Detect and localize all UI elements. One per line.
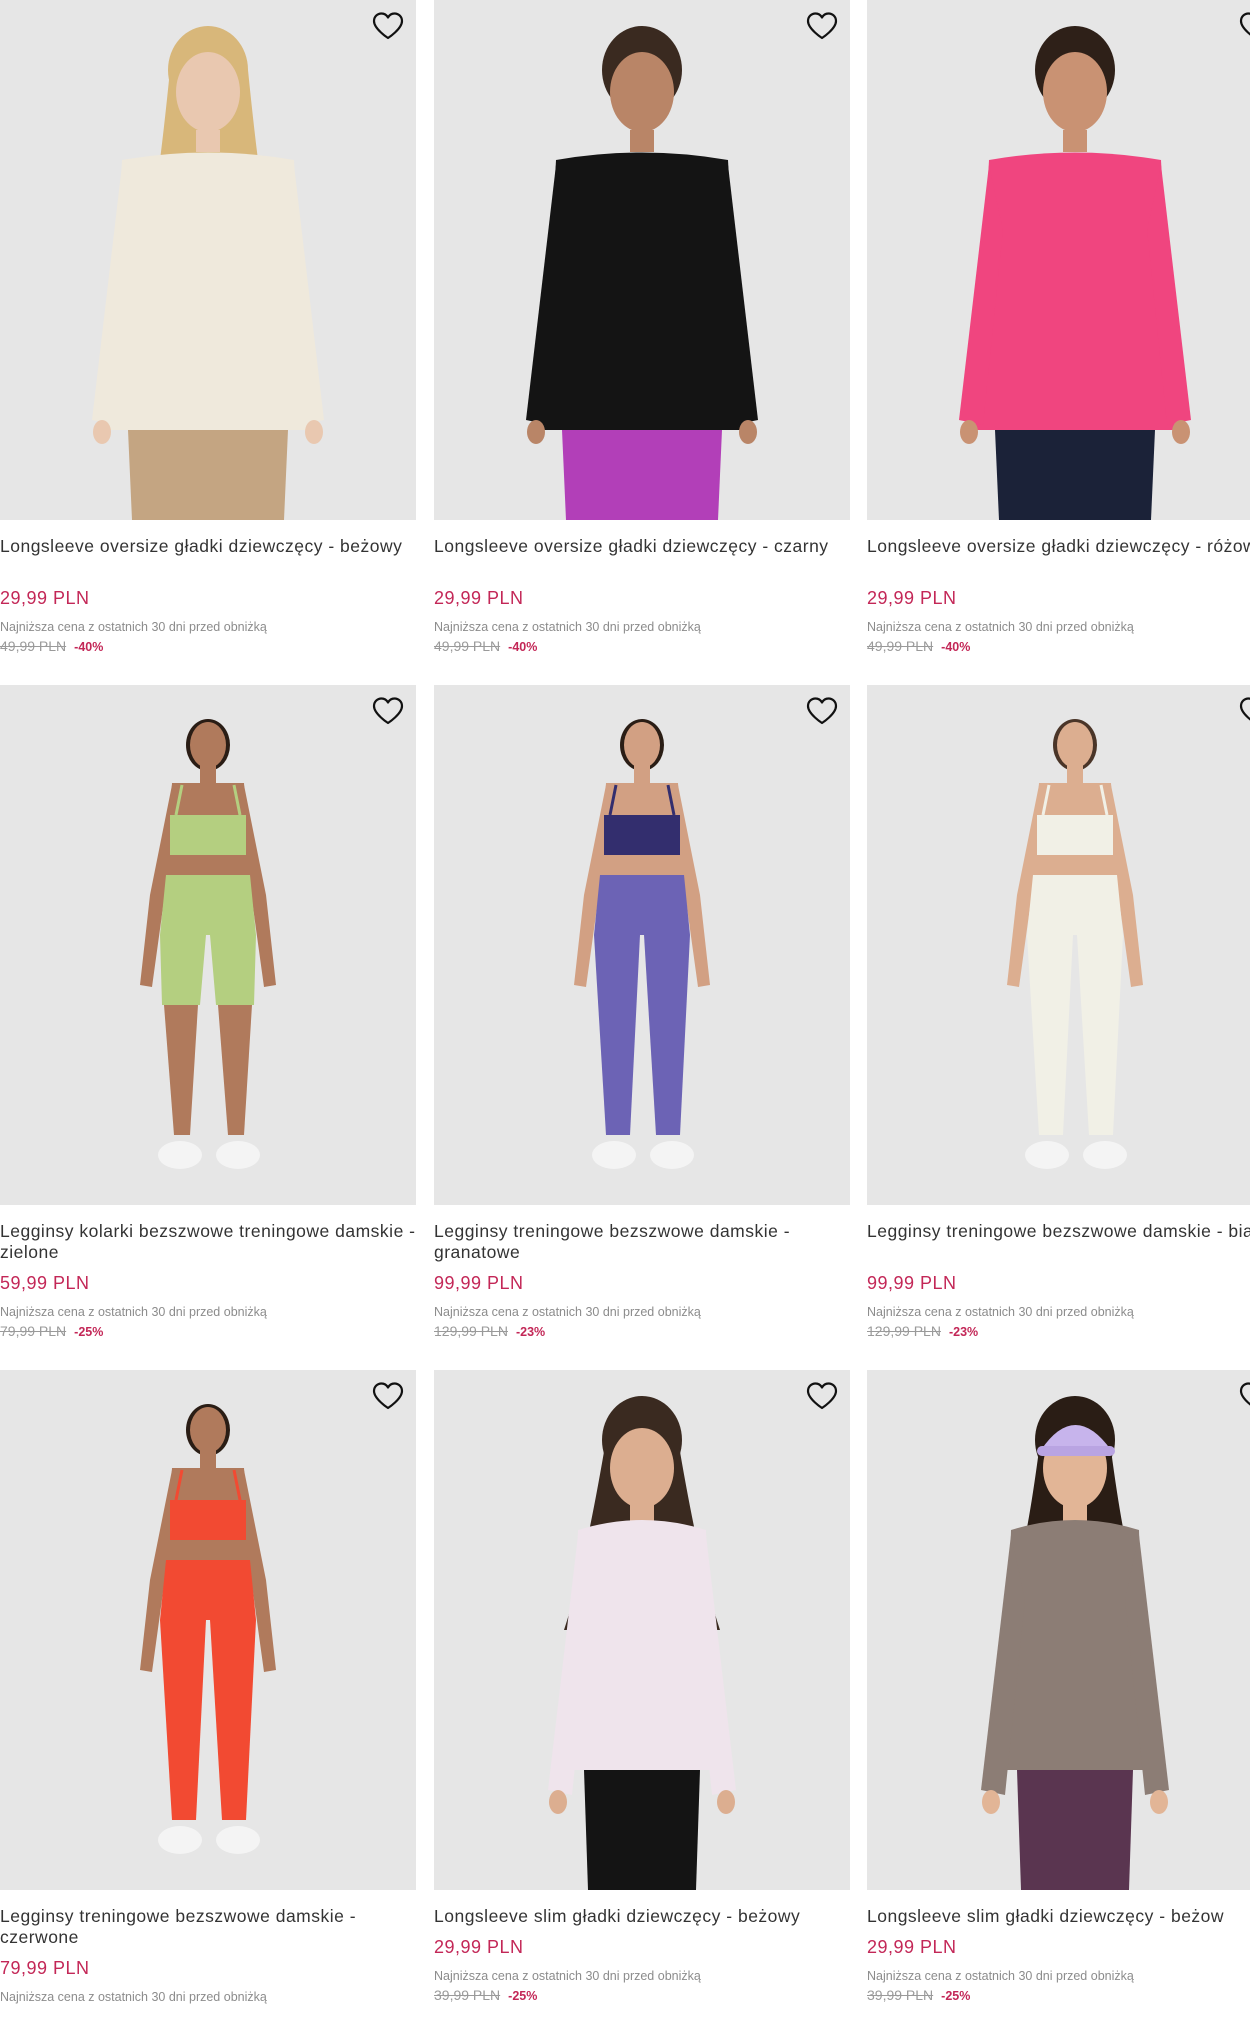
old-price-row: 79,99 PLN -25% — [0, 1323, 416, 1339]
discount-badge: -40% — [74, 640, 104, 654]
product-price: 29,99 PLN — [867, 1937, 957, 1957]
product-photo — [1007, 719, 1143, 1169]
product-title[interactable]: Longsleeve oversize gładki dziewczęcy - … — [867, 536, 1250, 578]
discount-badge: -23% — [948, 1325, 979, 1339]
product-image[interactable] — [0, 685, 416, 1205]
product-card[interactable]: Legginsy kolarki bezszwowe treningowe da… — [0, 685, 416, 1339]
discount-badge: -25% — [508, 1989, 538, 2003]
heart-outline-icon[interactable] — [1237, 1380, 1250, 1412]
product-info: Legginsy treningowe bezszwowe damskie - … — [867, 1205, 1250, 1339]
heart-outline-icon[interactable] — [370, 1380, 406, 1412]
lowest-price-note: Najniższa cena z ostatnich 30 dni przed … — [867, 1969, 1134, 1983]
product-image[interactable] — [867, 685, 1250, 1205]
product-image[interactable] — [434, 1370, 850, 1890]
product-card[interactable]: Legginsy treningowe bezszwowe damskie - … — [434, 685, 850, 1339]
product-photo — [140, 1404, 276, 1854]
discount-badge: -40% — [508, 640, 538, 654]
heart-outline-icon[interactable] — [370, 695, 406, 727]
product-price: 79,99 PLN — [0, 1958, 90, 1978]
old-price: 129,99 PLN — [434, 1323, 508, 1339]
product-image[interactable] — [434, 685, 850, 1205]
product-image[interactable] — [0, 0, 416, 520]
product-title[interactable]: Longsleeve slim gładki dziewczęcy - beżo… — [434, 1906, 850, 1927]
product-photo — [981, 1396, 1169, 1890]
product-title[interactable]: Longsleeve oversize gładki dziewczęcy - … — [0, 536, 416, 578]
product-title[interactable]: Legginsy kolarki bezszwowe treningowe da… — [0, 1221, 416, 1263]
product-image[interactable] — [867, 0, 1250, 520]
product-card[interactable]: Longsleeve oversize gładki dziewczęcy - … — [434, 0, 850, 654]
product-title[interactable]: Longsleeve slim gładki dziewczęcy - beżo… — [867, 1906, 1250, 1927]
product-price: 29,99 PLN — [0, 588, 90, 608]
product-price: 59,99 PLN — [0, 1273, 90, 1293]
product-info: Longsleeve oversize gładki dziewczęcy - … — [434, 520, 850, 654]
product-photo — [526, 26, 758, 520]
lowest-price-note: Najniższa cena z ostatnich 30 dni przed … — [434, 1305, 701, 1319]
product-card[interactable]: Longsleeve slim gładki dziewczęcy - beżo… — [867, 1370, 1250, 2003]
old-price-row: 39,99 PLN -25% — [867, 1987, 1250, 2003]
product-photo — [574, 719, 710, 1169]
lowest-price-note: Najniższa cena z ostatnich 30 dni przed … — [0, 620, 267, 634]
product-price: 29,99 PLN — [434, 1937, 524, 1957]
product-card[interactable]: Longsleeve oversize gładki dziewczęcy - … — [0, 0, 416, 654]
old-price: 39,99 PLN — [867, 1987, 934, 2003]
product-info: Legginsy kolarki bezszwowe treningowe da… — [0, 1205, 416, 1339]
heart-outline-icon[interactable] — [370, 10, 406, 42]
product-info: Longsleeve oversize gładki dziewczęcy - … — [867, 520, 1250, 654]
product-photo — [959, 26, 1191, 520]
old-price-row: 129,99 PLN -23% — [434, 1323, 850, 1339]
heart-outline-icon[interactable] — [804, 1380, 840, 1412]
product-price: 29,99 PLN — [867, 588, 957, 608]
product-image[interactable] — [867, 1370, 1250, 1890]
old-price: 39,99 PLN — [434, 1987, 501, 2003]
product-title[interactable]: Longsleeve oversize gładki dziewczęcy - … — [434, 536, 850, 578]
product-info: Longsleeve oversize gładki dziewczęcy - … — [0, 520, 416, 654]
old-price-row: 49,99 PLN -40% — [434, 638, 850, 654]
discount-badge: -25% — [941, 1989, 971, 2003]
product-price: 29,99 PLN — [434, 588, 524, 608]
heart-outline-icon[interactable] — [1237, 695, 1250, 727]
lowest-price-note: Najniższa cena z ostatnich 30 dni przed … — [0, 1990, 267, 2004]
product-title[interactable]: Legginsy treningowe bezszwowe damskie - … — [0, 1906, 416, 1948]
product-grid: Longsleeve oversize gładki dziewczęcy - … — [0, 0, 1250, 2014]
product-card[interactable]: Legginsy treningowe bezszwowe damskie - … — [0, 1370, 416, 2024]
old-price-row: 39,99 PLN -25% — [434, 1987, 850, 2003]
lowest-price-note: Najniższa cena z ostatnich 30 dni przed … — [867, 620, 1134, 634]
old-price-row: 49,99 PLN -40% — [867, 638, 1250, 654]
product-info: Legginsy treningowe bezszwowe damskie - … — [0, 1890, 416, 2024]
old-price: 129,99 PLN — [867, 1323, 941, 1339]
old-price: 49,99 PLN — [867, 638, 934, 654]
product-image[interactable] — [434, 0, 850, 520]
heart-outline-icon[interactable] — [1237, 10, 1250, 42]
product-photo — [548, 1396, 736, 1890]
product-info: Longsleeve slim gładki dziewczęcy - beżo… — [867, 1890, 1250, 2003]
lowest-price-note: Najniższa cena z ostatnich 30 dni przed … — [434, 1969, 701, 1983]
product-price: 99,99 PLN — [434, 1273, 524, 1293]
product-title[interactable]: Legginsy treningowe bezszwowe damskie - … — [434, 1221, 850, 1263]
old-price: 49,99 PLN — [0, 638, 67, 654]
lowest-price-note: Najniższa cena z ostatnich 30 dni przed … — [0, 1305, 267, 1319]
product-info: Longsleeve slim gładki dziewczęcy - beżo… — [434, 1890, 850, 2003]
discount-badge: -40% — [941, 640, 971, 654]
product-photo — [92, 26, 324, 520]
heart-outline-icon[interactable] — [804, 695, 840, 727]
product-card[interactable]: Longsleeve slim gładki dziewczęcy - beżo… — [434, 1370, 850, 2003]
old-price-row: 49,99 PLN -40% — [0, 638, 416, 654]
old-price: 79,99 PLN — [0, 1323, 67, 1339]
old-price-row: 129,99 PLN -23% — [867, 1323, 1250, 1339]
product-info: Legginsy treningowe bezszwowe damskie - … — [434, 1205, 850, 1339]
heart-outline-icon[interactable] — [804, 10, 840, 42]
discount-badge: -25% — [74, 1325, 104, 1339]
lowest-price-note: Najniższa cena z ostatnich 30 dni przed … — [867, 1305, 1134, 1319]
product-image[interactable] — [0, 1370, 416, 1890]
product-card[interactable]: Longsleeve oversize gładki dziewczęcy - … — [867, 0, 1250, 654]
product-price: 99,99 PLN — [867, 1273, 957, 1293]
product-card[interactable]: Legginsy treningowe bezszwowe damskie - … — [867, 685, 1250, 1339]
discount-badge: -23% — [515, 1325, 546, 1339]
old-price: 49,99 PLN — [434, 638, 501, 654]
lowest-price-note: Najniższa cena z ostatnich 30 dni przed … — [434, 620, 701, 634]
product-title[interactable]: Legginsy treningowe bezszwowe damskie - … — [867, 1221, 1250, 1263]
old-price-row — [0, 2008, 416, 2024]
product-photo — [140, 719, 276, 1169]
